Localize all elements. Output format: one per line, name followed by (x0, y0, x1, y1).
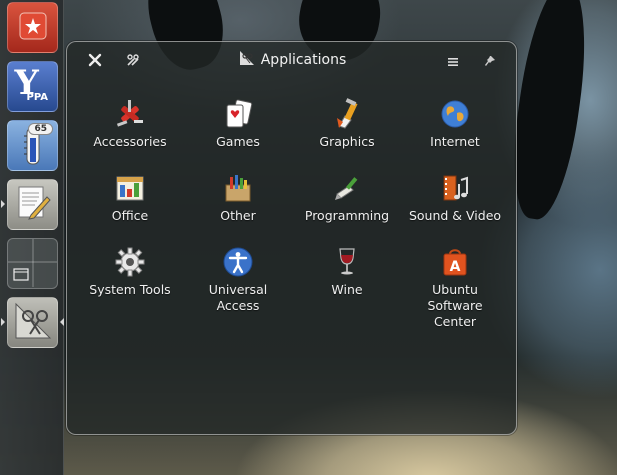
menu-button[interactable] (443, 51, 463, 71)
launcher-text-editor[interactable] (7, 179, 58, 230)
app-label: System Tools (89, 282, 171, 297)
running-indicator (1, 318, 5, 326)
app-games[interactable]: Games (183, 98, 293, 150)
app-label: Ubuntu Software Center (427, 282, 483, 329)
workspace-icon (8, 239, 57, 288)
office-icon (114, 172, 146, 204)
app-label: Office (111, 208, 149, 223)
app-label: Graphics (319, 134, 375, 149)
launcher: Y PPA 65 (0, 0, 64, 475)
app-office[interactable]: Office (75, 172, 185, 224)
app-wine[interactable]: Wine (292, 246, 402, 298)
launcher-workspace-switcher[interactable] (7, 238, 58, 289)
thermometer-badge: 65 (28, 123, 53, 135)
app-label: Accessories (93, 134, 167, 149)
launcher-thermometer[interactable]: 65 (7, 120, 58, 171)
internet-icon (439, 98, 471, 130)
launcher-yppa[interactable]: Y PPA (7, 61, 58, 112)
wine-icon (331, 246, 363, 278)
text-editor-icon (13, 183, 53, 227)
svg-text:A: A (450, 259, 461, 275)
app-label: Wine (331, 282, 363, 297)
accessories-icon (114, 98, 146, 130)
sound-video-icon (439, 172, 471, 204)
graphics-icon (331, 98, 363, 130)
app-internet[interactable]: Internet (400, 98, 510, 150)
menu-icon (447, 52, 459, 71)
applications-icon (239, 50, 255, 70)
app-label: Universal Access (208, 282, 268, 313)
app-label: Other (220, 208, 256, 223)
applications-dash: Applications Accessories Games Graphics … (66, 41, 517, 435)
applications-icon (12, 300, 54, 346)
page-title: Applications (260, 52, 347, 68)
other-icon (222, 172, 254, 204)
app-system-tools[interactable]: System Tools (75, 246, 185, 298)
app-label: Sound & Video (408, 208, 502, 223)
games-icon (222, 98, 254, 130)
universal-access-icon (222, 246, 254, 278)
app-label: Programming (304, 208, 390, 223)
app-sound-video[interactable]: Sound & Video (400, 172, 510, 224)
active-indicator (60, 318, 64, 326)
wunderlist-icon (16, 9, 50, 47)
yppa-icon: Y PPA (14, 62, 48, 103)
app-label: Internet (430, 134, 480, 149)
app-software-center[interactable]: A Ubuntu Software Center (400, 246, 510, 330)
programming-icon (331, 172, 363, 204)
software-center-icon: A (439, 246, 471, 278)
app-other[interactable]: Other (183, 172, 293, 224)
app-accessories[interactable]: Accessories (75, 98, 185, 150)
app-programming[interactable]: Programming (292, 172, 402, 224)
launcher-wunderlist[interactable] (7, 2, 58, 53)
app-graphics[interactable]: Graphics (292, 98, 402, 150)
app-universal-access[interactable]: Universal Access (183, 246, 293, 314)
launcher-applications[interactable] (7, 297, 58, 348)
app-label: Games (216, 134, 260, 149)
pin-icon (484, 52, 496, 71)
wallpaper-leaf (503, 0, 597, 224)
yppa-label: PPA (26, 91, 48, 103)
pin-button[interactable] (480, 51, 500, 71)
system-tools-icon (114, 246, 146, 278)
running-indicator (1, 200, 5, 208)
